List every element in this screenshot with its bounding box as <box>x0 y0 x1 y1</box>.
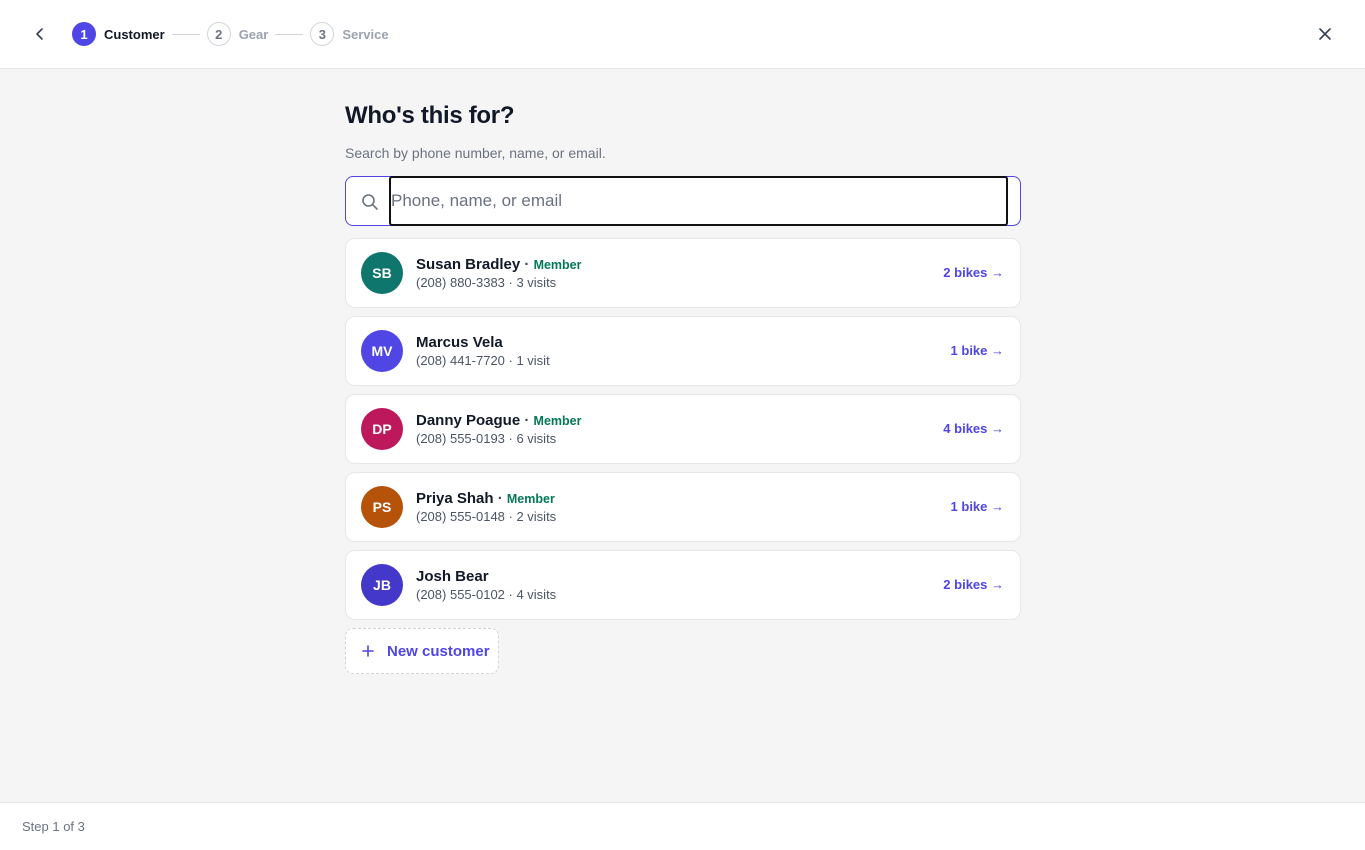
main-content: Who's this for? Search by phone number, … <box>345 100 1021 674</box>
search-box <box>345 176 1021 226</box>
stepper: 1 Customer 2 Gear 3 Service <box>72 22 389 46</box>
close-button[interactable] <box>1313 22 1337 46</box>
customer-name: Marcus Vela <box>416 334 503 351</box>
bikes-link[interactable]: 2 bikes → <box>943 265 1004 281</box>
customer-name-line: Marcus Vela <box>416 334 503 352</box>
customer-row[interactable]: PS Priya Shah · Member (208) 555-0148 · … <box>345 472 1021 542</box>
search-input[interactable] <box>389 176 1008 226</box>
back-button[interactable] <box>28 22 52 46</box>
step-label: Service <box>342 26 389 42</box>
customer-meta: (208) 555-0148 · 2 visits <box>416 509 557 524</box>
customer-name: Danny Poague <box>416 412 521 429</box>
close-icon <box>1319 28 1331 40</box>
chevron-left-icon <box>36 28 43 40</box>
new-customer-button[interactable]: New customer <box>345 628 499 674</box>
customer-meta: (208) 555-0102 · 4 visits <box>416 587 557 602</box>
customer-list: SB Susan Bradley · Member (208) 880-3383… <box>345 238 1021 620</box>
customer-name-line: Danny Poague · Member <box>416 412 581 430</box>
customer-name: Priya Shah <box>416 490 494 507</box>
customer-name-line: Priya Shah · Member <box>416 490 555 508</box>
bikes-link[interactable]: 4 bikes → <box>943 421 1004 437</box>
step-label: Gear <box>238 26 269 42</box>
avatar: MV <box>361 330 403 372</box>
separator: · <box>497 490 503 507</box>
customer-meta: (208) 441-7720 · 1 visit <box>416 353 550 368</box>
customer-row[interactable]: SB Susan Bradley · Member (208) 880-3383… <box>345 238 1021 308</box>
bikes-link[interactable]: 2 bikes → <box>943 577 1004 593</box>
page-subtitle: Search by phone number, name, or email. <box>345 145 606 161</box>
member-badge: Member <box>533 414 582 428</box>
bikes-link[interactable]: 1 bike → <box>951 499 1004 515</box>
step-label: Customer <box>104 26 165 42</box>
member-badge: Member <box>506 492 555 506</box>
page-title: Who's this for? <box>345 102 515 129</box>
customer-row[interactable]: JB Josh Bear (208) 555-0102 · 4 visits 2… <box>345 550 1021 620</box>
customer-name-line: Susan Bradley · Member <box>416 256 582 274</box>
search-icon <box>362 194 378 210</box>
customer-name: Susan Bradley <box>416 256 521 273</box>
avatar: JB <box>361 564 403 606</box>
bikes-link[interactable]: 1 bike → <box>951 343 1004 359</box>
step-connector <box>171 33 200 35</box>
step-connector <box>275 33 304 35</box>
customer-meta: (208) 555-0193 · 6 visits <box>416 431 557 446</box>
customer-name-line: Josh Bear <box>416 568 489 586</box>
step-number: 2 <box>206 22 231 46</box>
avatar: SB <box>361 252 403 294</box>
plus-icon <box>362 645 374 657</box>
customer-row[interactable]: DP Danny Poague · Member (208) 555-0193 … <box>345 394 1021 464</box>
member-badge: Member <box>533 258 582 272</box>
footer: Step 1 of 3 <box>0 802 1365 850</box>
step-customer: 1 Customer <box>72 22 165 46</box>
customer-meta: (208) 880-3383 · 3 visits <box>416 275 557 290</box>
step-service: 3 Service <box>310 22 389 46</box>
step-number: 1 <box>72 22 96 46</box>
step-indicator: Step 1 of 3 <box>22 819 85 834</box>
step-gear: 2 Gear <box>206 22 269 46</box>
customer-name: Josh Bear <box>416 568 489 585</box>
separator: · <box>524 256 530 273</box>
step-number: 3 <box>310 22 335 46</box>
customer-row[interactable]: MV Marcus Vela (208) 441-7720 · 1 visit … <box>345 316 1021 386</box>
avatar: PS <box>361 486 403 528</box>
top-bar: 1 Customer 2 Gear 3 Service <box>0 0 1365 69</box>
separator: · <box>524 412 530 429</box>
new-customer-label: New customer <box>387 642 490 660</box>
avatar: DP <box>361 408 403 450</box>
